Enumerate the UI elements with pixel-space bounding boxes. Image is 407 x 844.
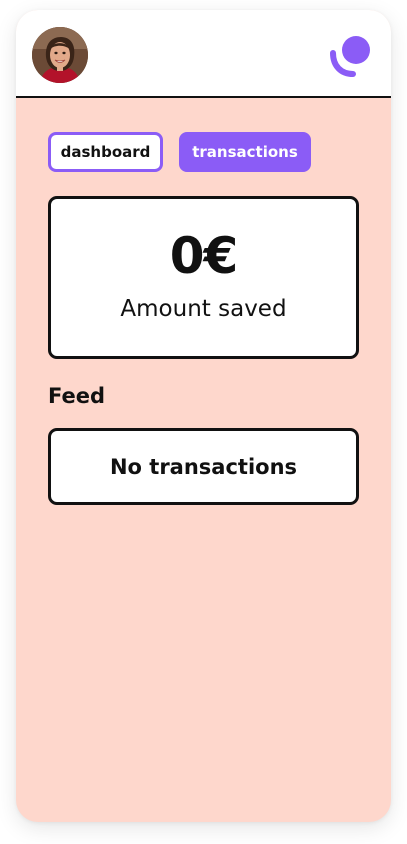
feed-empty-message: No transactions [109,454,298,479]
top-bar [16,10,391,98]
savings-summary-card: 0€ Amount saved [48,196,359,359]
tab-dashboard[interactable]: dashboard [48,132,163,172]
avatar-photo-icon [32,27,88,83]
brand-logo-icon [330,36,370,77]
user-avatar[interactable] [32,27,88,83]
app-screen: dashboard transactions 0€ Amount saved F… [16,10,391,822]
tab-transactions[interactable]: transactions [179,132,311,172]
amount-saved-value: 0€ [169,227,239,285]
feed-empty-card: No transactions [48,428,359,505]
brand-logo[interactable] [328,33,374,79]
feed-heading: Feed [48,384,106,408]
amount-saved-label: Amount saved [120,296,287,322]
